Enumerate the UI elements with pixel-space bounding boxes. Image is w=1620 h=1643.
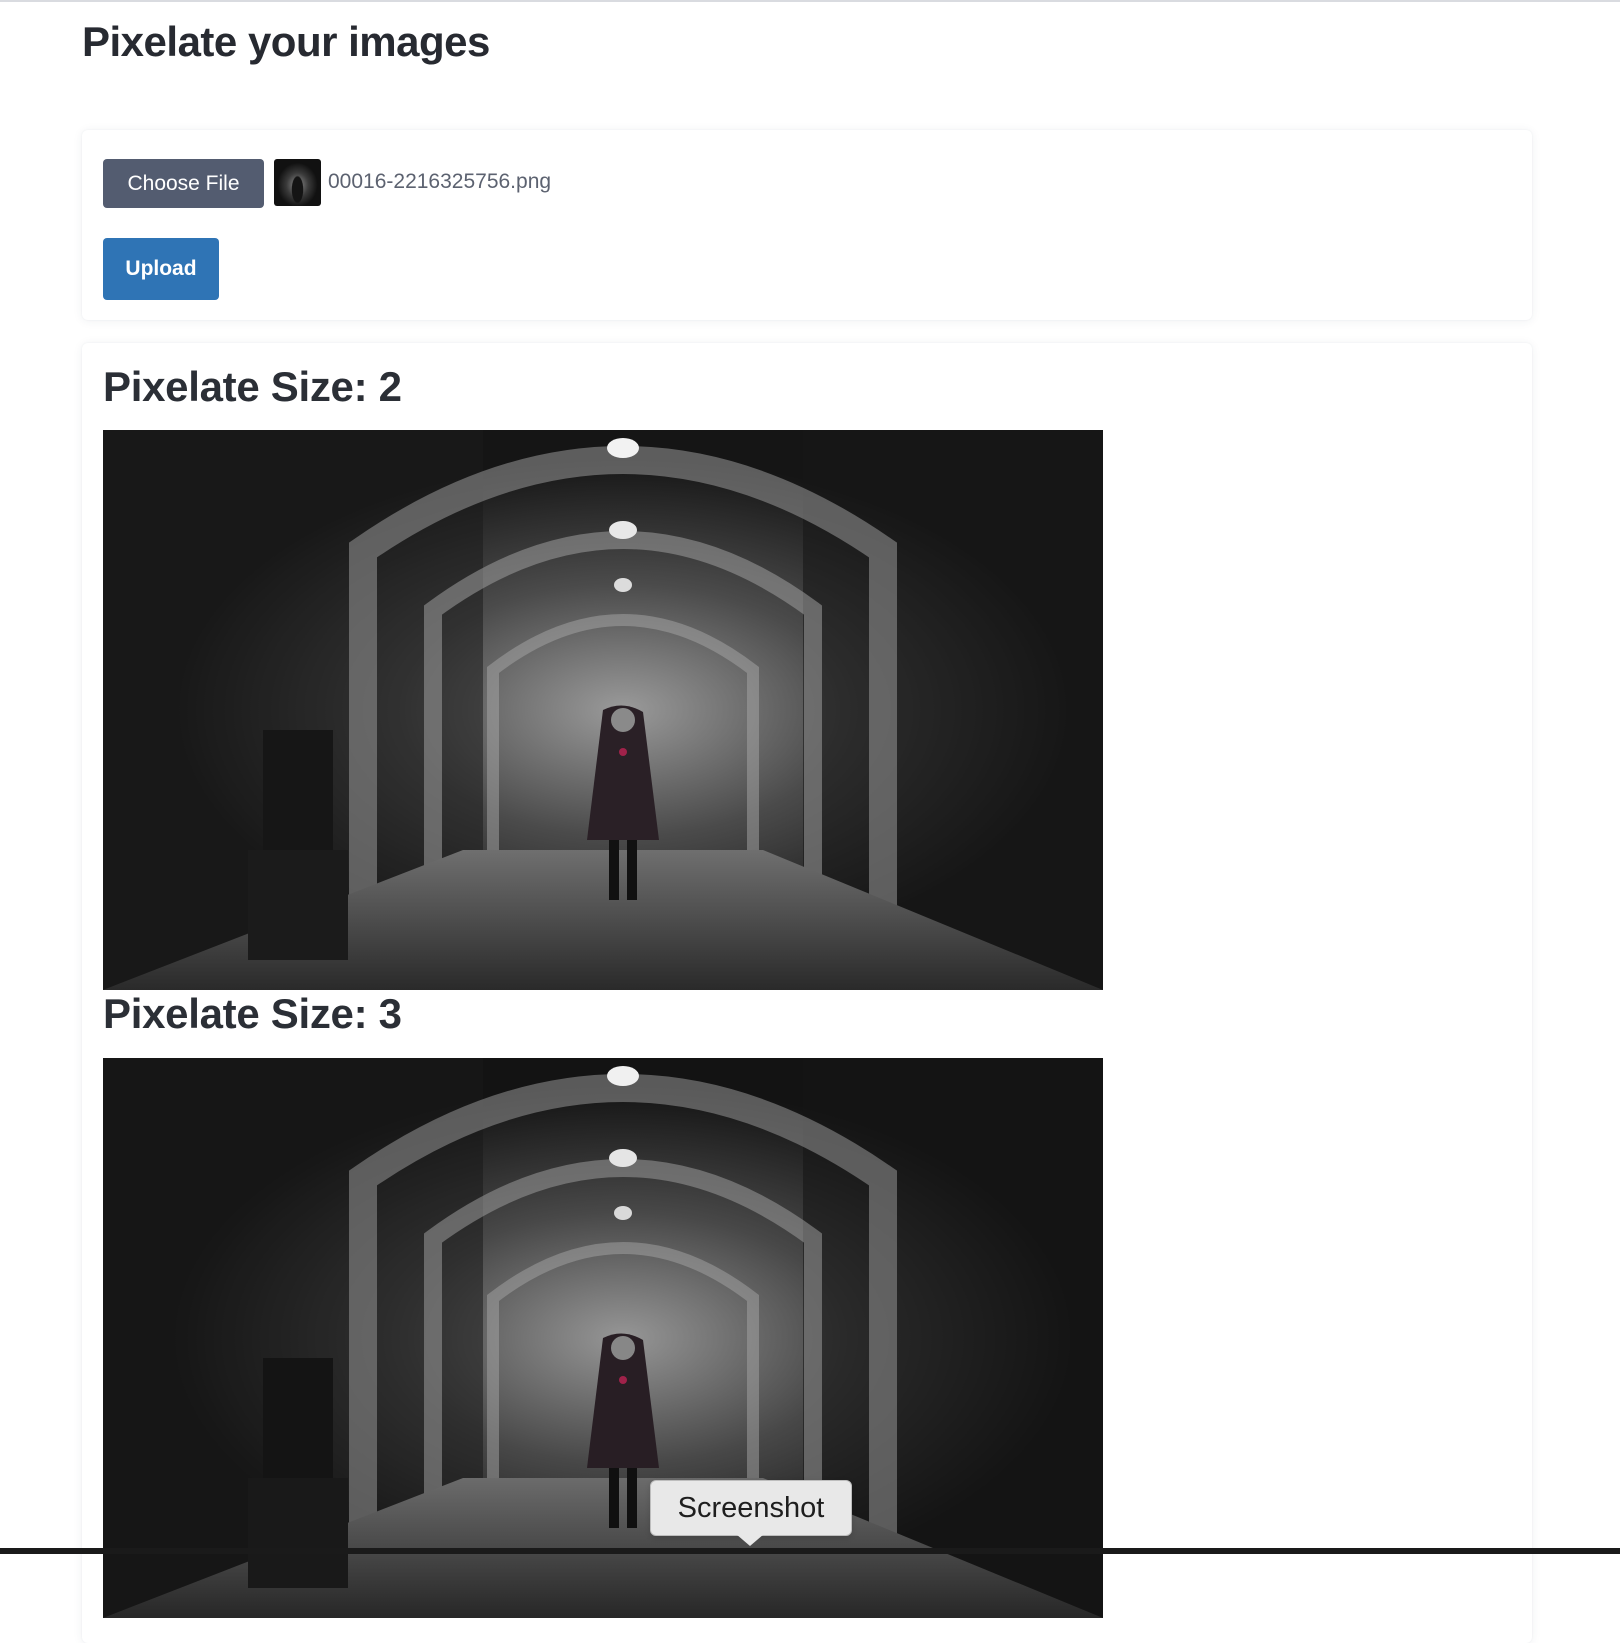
page-title: Pixelate your images [82, 18, 490, 65]
upload-button[interactable]: Upload [103, 238, 219, 300]
pixelated-image [103, 1058, 1103, 1618]
tooltip-arrow [736, 1534, 764, 1546]
results-card: Pixelate Size: 2 Pixelate Size: 3 [82, 343, 1532, 1643]
upload-card: Choose File 00016-2216325756.png Upload [82, 130, 1532, 320]
pixelate-size-heading: Pixelate Size: 3 [103, 990, 402, 1037]
choose-file-button[interactable]: Choose File [103, 159, 264, 208]
pixelated-image [103, 430, 1103, 990]
pixelate-size-heading: Pixelate Size: 2 [103, 363, 402, 410]
bottom-bar [0, 1548, 1620, 1554]
top-border [0, 0, 1620, 2]
selected-file-thumbnail [274, 159, 321, 206]
screenshot-tooltip: Screenshot [650, 1480, 852, 1536]
selected-file-name: 00016-2216325756.png [328, 170, 552, 193]
